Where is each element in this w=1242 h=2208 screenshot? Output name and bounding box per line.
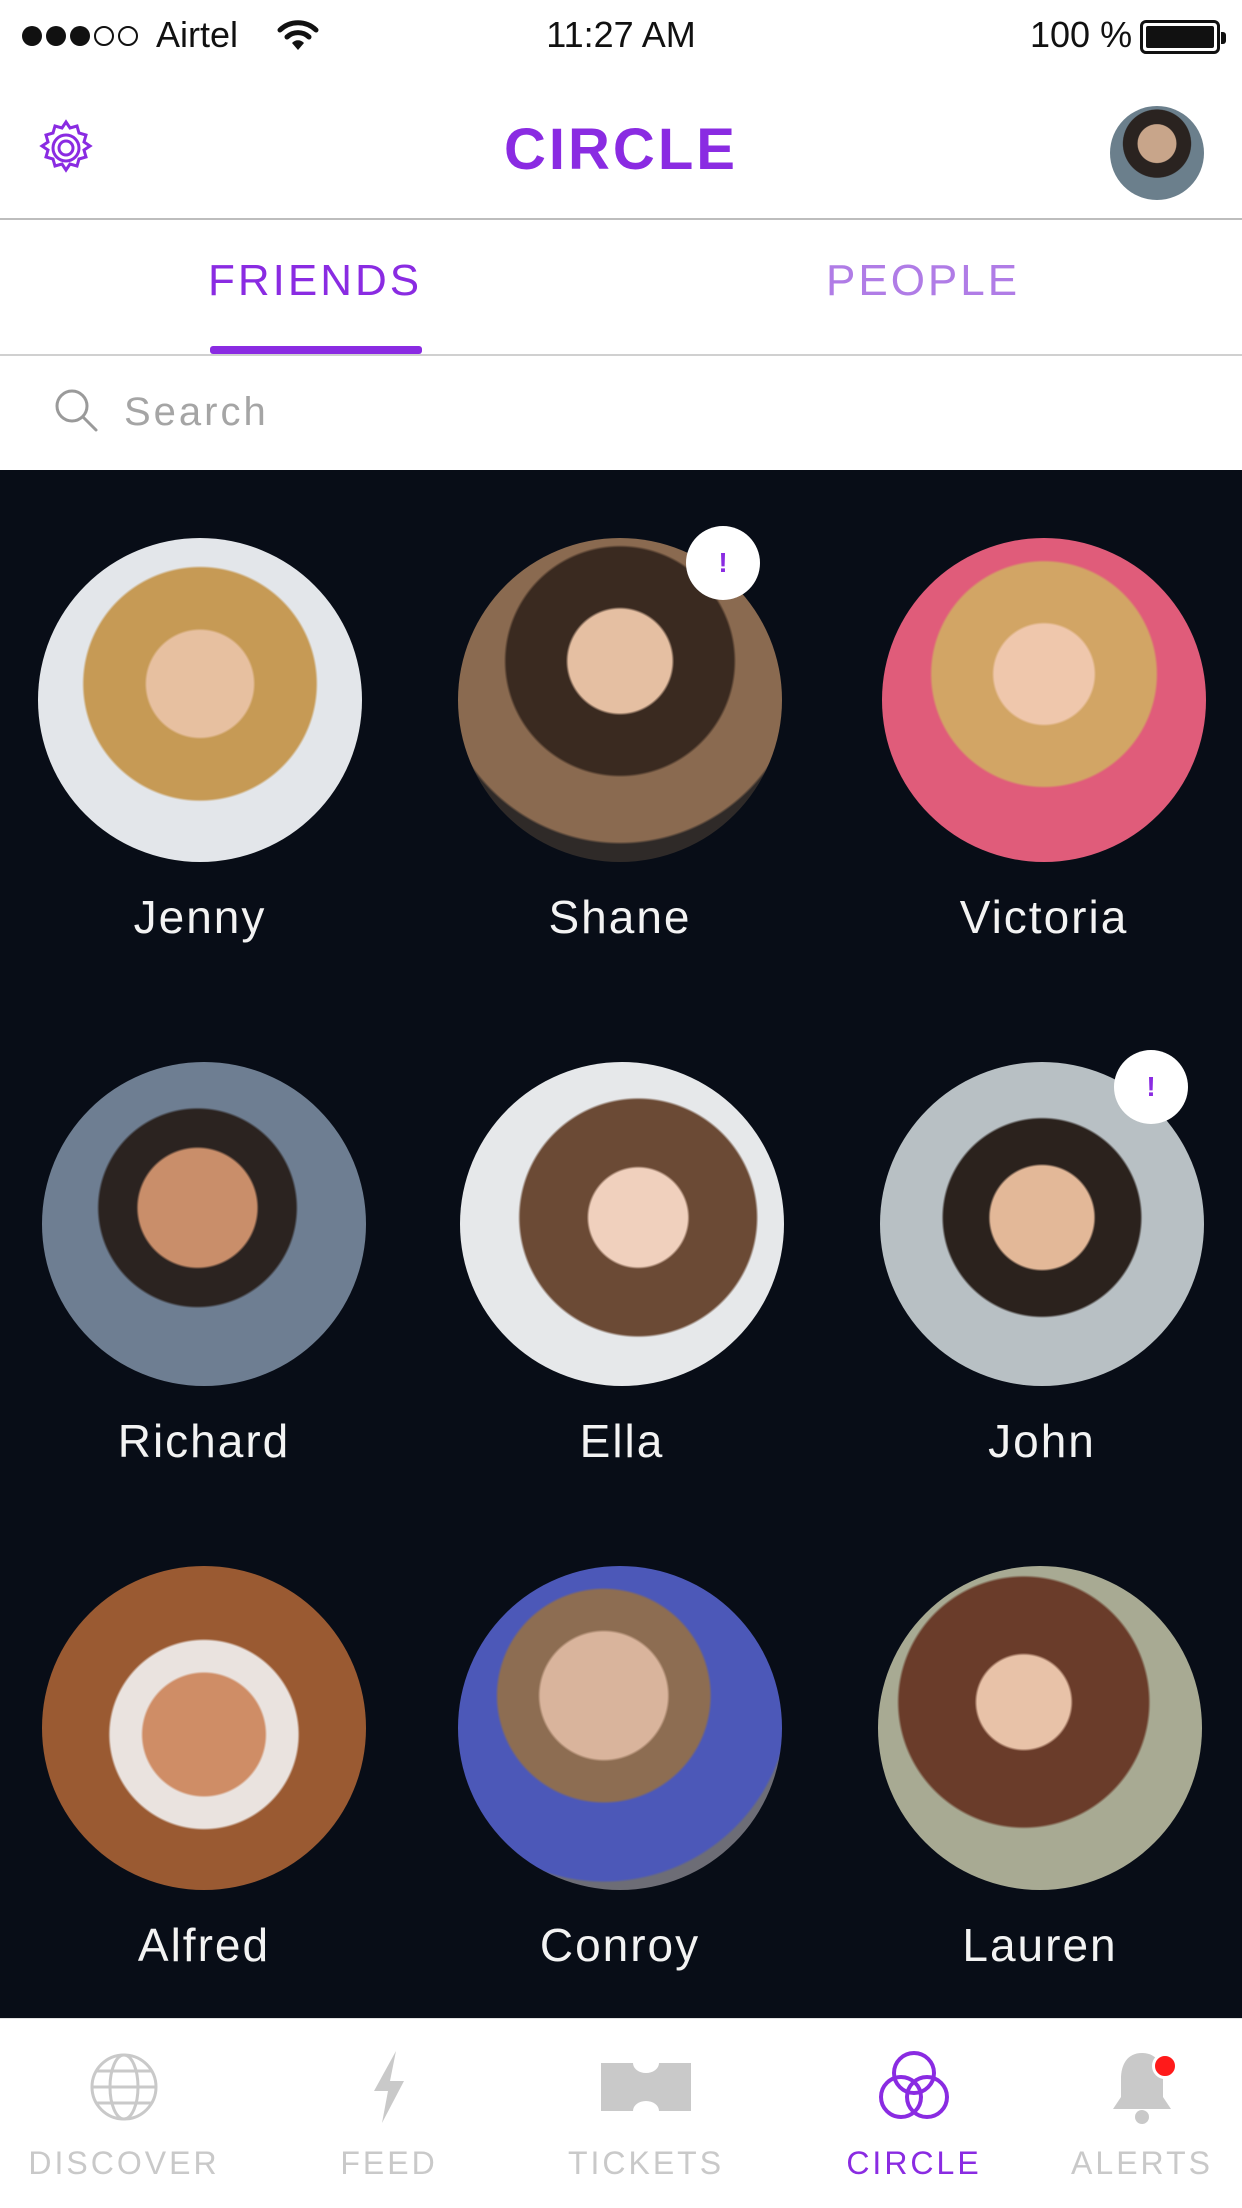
- friend-photo[interactable]: [458, 1566, 782, 1890]
- nav-discover[interactable]: DISCOVER: [0, 2019, 248, 2208]
- nav-label: DISCOVER: [28, 2145, 220, 2181]
- friend-photo[interactable]: [460, 1062, 784, 1386]
- battery-percentage: 100 %: [1030, 14, 1133, 55]
- friend-name: Conroy: [539, 1919, 701, 1971]
- friend-photo[interactable]: [38, 538, 362, 862]
- friend-name: Alfred: [137, 1919, 271, 1971]
- notification-badge: !: [1114, 1050, 1188, 1124]
- nav-label: FEED: [340, 2145, 438, 2181]
- nav-feed[interactable]: FEED: [265, 2019, 513, 2208]
- ticket-icon: [601, 2063, 691, 2111]
- friend-name: Victoria: [959, 891, 1129, 943]
- tab-people[interactable]: PEOPLE: [826, 256, 1020, 306]
- friend-card-lauren[interactable]: Lauren: [830, 1566, 1242, 2026]
- alert-notification-dot: [1152, 2053, 1178, 2079]
- friend-name: Jenny: [133, 891, 267, 943]
- tab-friends[interactable]: FRIENDS: [208, 256, 422, 306]
- notification-badge: !: [686, 526, 760, 600]
- nav-label: ALERTS: [1071, 2145, 1213, 2181]
- nav-tickets[interactable]: TICKETS: [522, 2019, 770, 2208]
- friend-card-shane[interactable]: Shane: [410, 538, 830, 998]
- friend-card-victoria[interactable]: Victoria: [834, 538, 1242, 998]
- nav-alerts[interactable]: ALERTS: [1018, 2019, 1242, 2208]
- user-avatar[interactable]: [1110, 106, 1204, 200]
- friend-name: Lauren: [962, 1919, 1118, 1971]
- bottom-navigation: DISCOVER FEED TICKETS CIRCLE ALERTS: [0, 2018, 1242, 2208]
- friend-card-john[interactable]: John: [832, 1062, 1242, 1522]
- search-icon: [55, 389, 98, 432]
- active-tab-indicator: [210, 346, 422, 354]
- header: CIRCLE: [0, 76, 1242, 220]
- friend-photo[interactable]: [878, 1566, 1202, 1890]
- friend-photo[interactable]: [42, 1062, 366, 1386]
- friend-name: Richard: [117, 1415, 291, 1467]
- friend-name: Shane: [548, 891, 692, 943]
- status-bar: Airtel 11:27 AM 100 %: [0, 0, 1242, 76]
- nav-label: CIRCLE: [846, 2145, 982, 2181]
- friend-name: John: [988, 1415, 1096, 1467]
- friend-card-jenny[interactable]: Jenny: [0, 538, 410, 998]
- nav-label: TICKETS: [567, 2145, 725, 2181]
- battery-icon: [1140, 20, 1226, 54]
- lightning-icon: [374, 2051, 404, 2123]
- search-bar: [0, 356, 1242, 470]
- friend-photo[interactable]: [882, 538, 1206, 862]
- friend-photo[interactable]: [42, 1566, 366, 1890]
- tab-bar: FRIENDS PEOPLE: [0, 220, 1242, 356]
- friend-card-richard[interactable]: Richard: [0, 1062, 414, 1522]
- search-input[interactable]: [124, 384, 1024, 440]
- globe-icon: [90, 2053, 158, 2121]
- circles-icon: [879, 2051, 949, 2119]
- friend-card-conroy[interactable]: Conroy: [410, 1566, 830, 2026]
- page-title: CIRCLE: [504, 117, 738, 182]
- friends-grid: Jenny Shane ! Victoria Richard Ella John…: [0, 470, 1242, 2018]
- friend-card-ella[interactable]: Ella: [412, 1062, 832, 1522]
- friend-name: Ella: [579, 1415, 665, 1467]
- friend-card-alfred[interactable]: Alfred: [0, 1566, 414, 2026]
- nav-circle[interactable]: CIRCLE: [790, 2019, 1038, 2208]
